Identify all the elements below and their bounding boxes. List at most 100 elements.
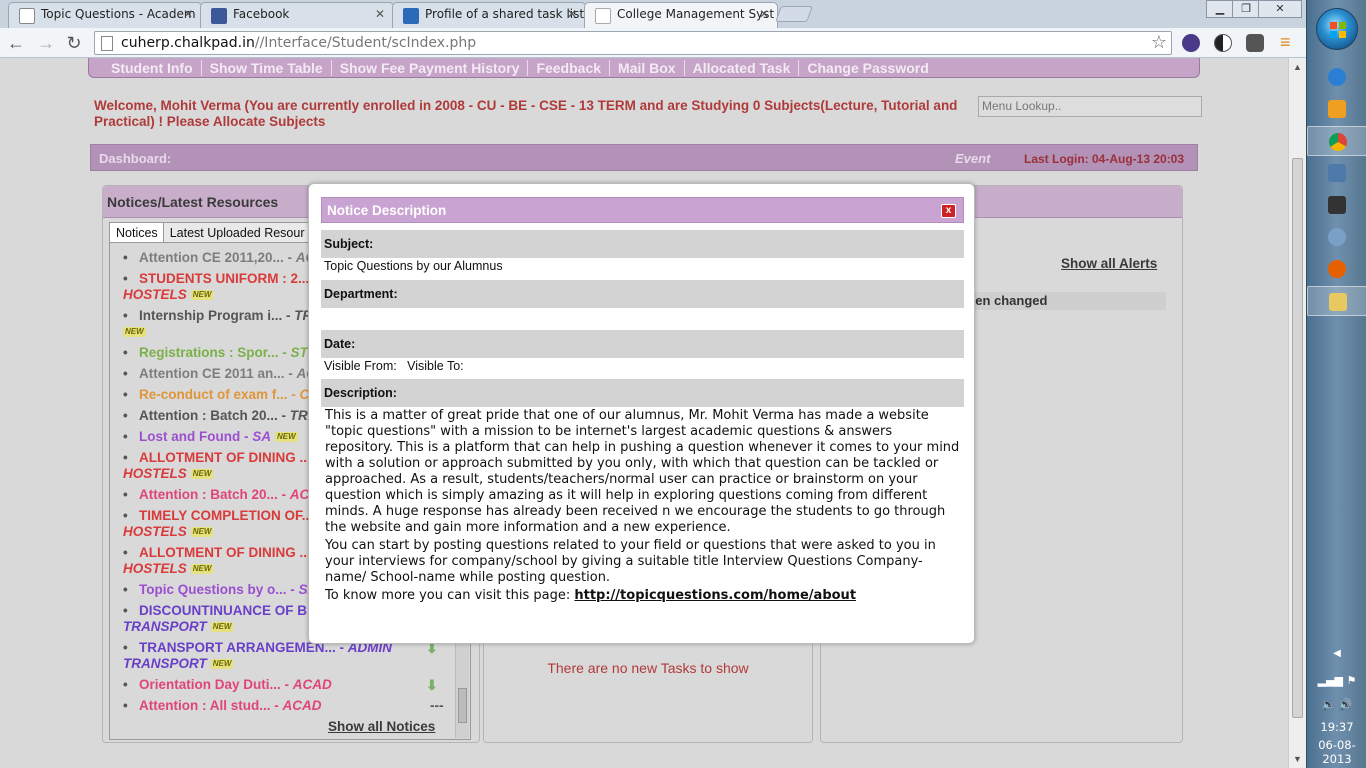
minimize-icon[interactable]: ▁ bbox=[1206, 0, 1234, 18]
show-all-alerts-link[interactable]: Show all Alerts bbox=[1061, 256, 1157, 271]
scroll-thumb[interactable] bbox=[1292, 158, 1303, 718]
bullet-icon: • bbox=[123, 640, 128, 655]
bullet-icon: • bbox=[123, 582, 128, 597]
new-tab-button[interactable] bbox=[775, 6, 813, 22]
screen: Topic Questions - Academ ✕ Facebook ✕ Pr… bbox=[0, 0, 1366, 768]
nav-fee-history[interactable]: Show Fee Payment History bbox=[331, 60, 529, 76]
download-icon[interactable]: ⬇ bbox=[426, 677, 438, 693]
notice-title[interactable]: TRANSPORT ARRANGEMEN... bbox=[139, 640, 336, 655]
taskbar-firefox[interactable] bbox=[1307, 254, 1366, 284]
notice-separator: - bbox=[282, 308, 295, 323]
nav-mail-box[interactable]: Mail Box bbox=[610, 60, 685, 76]
tab-notices[interactable]: Notices bbox=[109, 222, 165, 243]
new-badge-icon: NEW bbox=[190, 469, 214, 480]
notice-title[interactable]: ALLOTMENT OF DINING ... bbox=[139, 450, 311, 465]
maximize-icon[interactable]: ❐ bbox=[1232, 0, 1260, 18]
notice-title[interactable]: DISCOUNTINUANCE OF B... bbox=[139, 603, 318, 618]
no-tasks-message: There are no new Tasks to show bbox=[547, 660, 749, 676]
clock-date[interactable]: 06-08-2013 bbox=[1307, 738, 1366, 766]
pocket-extension-icon[interactable] bbox=[1246, 34, 1264, 52]
new-badge-icon: NEW bbox=[190, 527, 214, 538]
close-modal-button[interactable]: x bbox=[941, 204, 956, 218]
facebook-favicon-icon bbox=[211, 8, 227, 24]
extension-icon[interactable] bbox=[1182, 34, 1200, 52]
modal-title-bar: Notice Description x bbox=[321, 197, 964, 223]
clock-time[interactable]: 19:37 bbox=[1307, 720, 1366, 734]
notice-title[interactable]: Registrations : Spor... bbox=[139, 345, 279, 360]
notice-title[interactable]: Lost and Found bbox=[139, 429, 240, 444]
notice-title[interactable]: Attention : Batch 20... bbox=[139, 487, 278, 502]
notice-category: HOSTELS bbox=[123, 287, 187, 302]
start-button[interactable] bbox=[1316, 8, 1358, 50]
show-all-notices-link[interactable]: Show all Notices bbox=[328, 719, 672, 734]
close-tab-icon[interactable]: ✕ bbox=[567, 7, 577, 21]
notice-continuation: TRANSPORT NEW bbox=[123, 656, 454, 672]
bullet-icon: • bbox=[123, 250, 128, 265]
tab-facebook[interactable]: Facebook ✕ bbox=[200, 2, 394, 28]
address-bar[interactable]: cuherp.chalkpad.in//Interface/Student/sc… bbox=[94, 31, 1172, 55]
bullet-icon: • bbox=[123, 677, 128, 692]
tab-shared-task-list[interactable]: Profile of a shared task list ✕ bbox=[392, 2, 586, 28]
tab-title: College Management Syst bbox=[617, 7, 775, 21]
notice-title[interactable]: Topic Questions by o... bbox=[139, 582, 287, 597]
close-window-icon[interactable]: ✕ bbox=[1258, 0, 1302, 18]
tab-title: Profile of a shared task list bbox=[425, 7, 585, 21]
notice-item[interactable]: • Attention : All stud... - ACAD --- bbox=[110, 698, 454, 714]
tab-topic-questions[interactable]: Topic Questions - Academ ✕ bbox=[8, 2, 202, 28]
nav-allocated-task[interactable]: Allocated Task bbox=[684, 60, 800, 76]
taskbar-network[interactable] bbox=[1307, 222, 1366, 252]
back-arrow-icon[interactable]: ← bbox=[6, 33, 26, 53]
notice-title[interactable]: Re-conduct of exam f... bbox=[139, 387, 288, 402]
tray-icons[interactable]: ▂▄▆ ⚑ bbox=[1307, 674, 1366, 687]
scroll-down-icon[interactable]: ▼ bbox=[1293, 754, 1302, 764]
nav-time-table[interactable]: Show Time Table bbox=[201, 60, 332, 76]
tab-latest-resources[interactable]: Latest Uploaded Resour bbox=[162, 222, 312, 243]
description-paragraph-1: This is a matter of great pride that one… bbox=[325, 408, 960, 535]
nav-feedback[interactable]: Feedback bbox=[528, 60, 611, 76]
scroll-up-icon[interactable]: ▲ bbox=[1293, 62, 1302, 72]
show-hidden-icons[interactable]: ◀ bbox=[1307, 648, 1366, 659]
close-tab-icon[interactable]: ✕ bbox=[183, 7, 193, 21]
event-link[interactable]: Event bbox=[955, 151, 990, 166]
tab-college-management[interactable]: College Management Syst ✕ bbox=[584, 2, 778, 28]
nav-change-password[interactable]: Change Password bbox=[799, 60, 936, 76]
new-badge-icon: NEW bbox=[190, 290, 214, 301]
close-tab-icon[interactable]: ✕ bbox=[375, 7, 385, 21]
close-tab-icon[interactable]: ✕ bbox=[759, 7, 769, 21]
notice-title[interactable]: Attention CE 2011 an... bbox=[139, 366, 285, 381]
notice-item[interactable]: • Orientation Day Duti... - ACAD ⬇ bbox=[110, 677, 454, 693]
internet-explorer-icon bbox=[1328, 68, 1346, 86]
notice-title[interactable]: Orientation Day Duti... bbox=[139, 677, 281, 692]
notice-title[interactable]: Internship Program i... bbox=[139, 308, 282, 323]
new-badge-icon: NEW bbox=[190, 564, 214, 575]
taskbar-remote[interactable] bbox=[1307, 158, 1366, 188]
notice-separator: - bbox=[284, 366, 297, 381]
notice-category: SA bbox=[252, 429, 271, 444]
firefox-icon bbox=[1328, 260, 1346, 278]
bookmark-star-icon[interactable]: ☆ bbox=[1151, 32, 1167, 53]
page-scrollbar[interactable]: ▲ ▼ bbox=[1288, 58, 1306, 768]
notice-title[interactable]: STUDENTS UNIFORM : 2... bbox=[139, 271, 309, 286]
menu-lookup-input[interactable]: Menu Lookup.. bbox=[978, 96, 1202, 117]
notice-title[interactable]: ALLOTMENT OF DINING ... bbox=[139, 545, 311, 560]
volume-icon[interactable]: 🔈 🔊 bbox=[1307, 698, 1366, 711]
nav-student-info[interactable]: Student Info bbox=[103, 60, 202, 76]
notice-title[interactable]: TIMELY COMPLETION OF... bbox=[139, 508, 313, 523]
reload-icon[interactable]: ↻ bbox=[64, 33, 84, 53]
topicquestions-link[interactable]: http://topicquestions.com/home/about bbox=[574, 588, 856, 603]
menu-icon[interactable]: ≡ bbox=[1280, 33, 1298, 52]
contrast-extension-icon[interactable] bbox=[1214, 34, 1232, 52]
taskbar-media-player[interactable] bbox=[1307, 94, 1366, 124]
notice-title[interactable]: Attention : Batch 20... bbox=[139, 408, 278, 423]
notice-item[interactable]: • TRANSPORT ARRANGEMEN... - ADMIN TRANSPOR… bbox=[110, 640, 454, 672]
description-body: This is a matter of great pride that one… bbox=[325, 408, 961, 606]
media-player-icon bbox=[1328, 100, 1346, 118]
notice-title[interactable]: Attention : All stud... bbox=[139, 698, 270, 713]
taskbar-chrome[interactable] bbox=[1307, 126, 1366, 156]
taskbar-ie[interactable] bbox=[1307, 62, 1366, 92]
notice-category: TRANSPORT bbox=[123, 619, 207, 634]
taskbar-app[interactable] bbox=[1307, 190, 1366, 220]
taskbar-explorer[interactable] bbox=[1307, 286, 1366, 316]
forward-arrow-icon[interactable]: → bbox=[36, 33, 56, 53]
notice-title[interactable]: Attention CE 2011,20... bbox=[139, 250, 284, 265]
